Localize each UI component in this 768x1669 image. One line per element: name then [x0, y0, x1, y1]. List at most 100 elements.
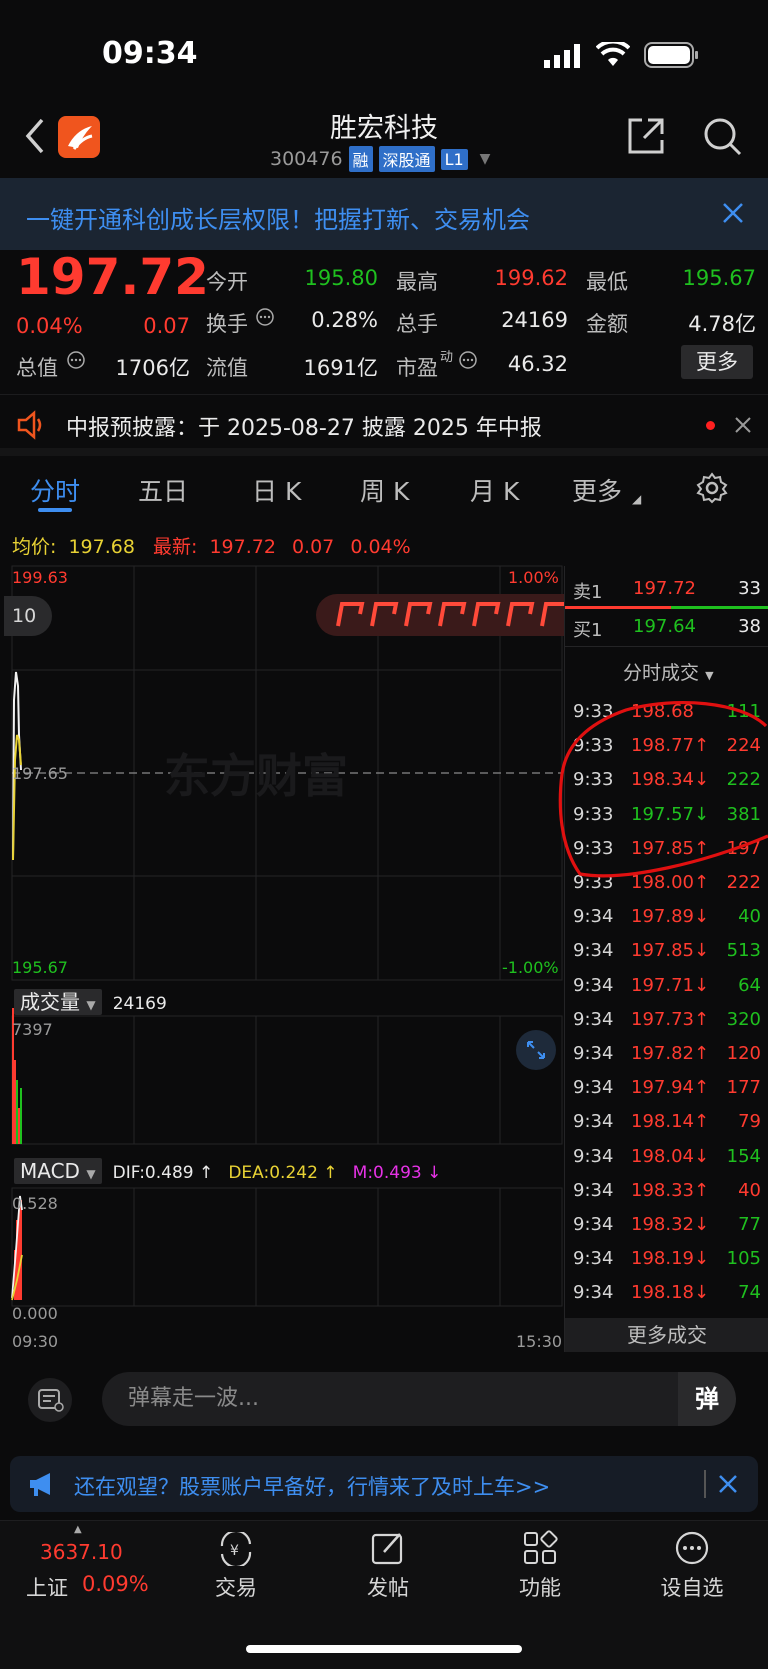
index-pct[interactable]: 0.09%	[82, 1572, 149, 1596]
change-value: 0.07	[143, 314, 190, 338]
trade-price: 197.85↓	[631, 940, 710, 962]
trade-price: 198.32↓	[631, 1214, 710, 1235]
float-value: 1691亿	[303, 356, 378, 380]
mktcap-value: 1706亿	[115, 356, 190, 380]
dif-value: DIF:0.489 ↑	[112, 1163, 214, 1183]
trade-volume: 120	[726, 1043, 761, 1064]
pct-top-label: 1.00%	[508, 568, 559, 587]
watermark: 东方财富	[164, 749, 348, 803]
more-button[interactable]: 更多	[681, 345, 753, 379]
pe-label: 市盈	[396, 356, 438, 380]
danmaku-send-button[interactable]: 弹	[678, 1372, 736, 1426]
ad-close-icon[interactable]	[718, 1474, 738, 1498]
info-icon[interactable]	[458, 350, 478, 374]
macd-top-label: 0.528	[12, 1194, 58, 1213]
dropdown-icon[interactable]: ▼	[480, 151, 491, 167]
volume-max-label: 7397	[12, 1020, 53, 1039]
pe-sup: 动	[440, 350, 454, 365]
info-icon[interactable]	[66, 350, 86, 374]
trade-volume: 154	[726, 1145, 761, 1167]
status-time: 09:34	[102, 36, 198, 71]
trade-price: 198.19↓	[631, 1248, 710, 1270]
trade-row: 9:34 198.32↓ 77	[565, 1209, 768, 1243]
notice-dot	[706, 421, 715, 430]
trade-time: 9:34	[573, 1179, 614, 1201]
pct-bottom-label: -1.00%	[502, 958, 559, 977]
info-icon[interactable]	[255, 307, 275, 331]
trade-time: 9:34	[573, 974, 614, 996]
red-flags-banner[interactable]	[316, 594, 564, 636]
settings-gear-icon[interactable]	[696, 472, 728, 508]
tab-daily-k[interactable]: 日 K	[252, 472, 301, 508]
tab-more[interactable]: 更多	[572, 472, 622, 508]
functions-icon[interactable]	[522, 1530, 558, 1570]
open-label: 今开	[206, 270, 248, 294]
watchlist-icon[interactable]	[674, 1530, 710, 1570]
danmaku-icon[interactable]	[28, 1378, 72, 1422]
stock-code: 300476	[270, 148, 343, 170]
trade-row: 9:34 197.94↑ 177	[565, 1072, 768, 1106]
index-value[interactable]: 3637.10	[40, 1540, 123, 1564]
tag-connect: 深股通	[378, 146, 435, 172]
volume-selector[interactable]: 成交量 ▼	[14, 989, 102, 1015]
latest-label: 最新:	[152, 536, 198, 558]
tab-watchlist[interactable]: 设自选	[637, 1572, 747, 1602]
post-icon[interactable]	[370, 1530, 406, 1570]
level-badge[interactable]: 10	[4, 596, 52, 636]
latest-change: 0.07	[291, 536, 335, 558]
notice-close-icon[interactable]	[734, 416, 752, 438]
ask1-row: 卖1 197.72 33	[573, 578, 761, 603]
macd-selector[interactable]: MACD ▼	[14, 1158, 102, 1184]
search-icon[interactable]	[702, 116, 742, 160]
share-icon[interactable]	[626, 116, 666, 160]
tab-weekly-k[interactable]: 周 K	[360, 472, 409, 508]
danmaku-input[interactable]: 弹幕走一波...	[102, 1372, 710, 1426]
trade-time: 9:34	[573, 1008, 614, 1030]
notice-text: 中报预披露：于 2025-08-27 披露 2025 年中报	[66, 416, 542, 441]
time-start-label: 09:30	[12, 1332, 59, 1351]
battery-icon	[644, 42, 700, 72]
index-name[interactable]: 上证	[26, 1572, 68, 1602]
trade-row: 9:34 198.14↑ 79	[565, 1106, 768, 1140]
trade-volume: 74	[738, 1282, 761, 1304]
trade-volume: 320	[726, 1008, 761, 1030]
trade-row: 9:34 198.18↓ 74	[565, 1277, 768, 1311]
high-value: 199.62	[494, 266, 568, 290]
trade-panel[interactable]: 卖1 197.72 33 买1 197.64 38 分时成交 ▼ 9:33 198…	[564, 566, 768, 1352]
tab-monthly-k[interactable]: 月 K	[470, 472, 519, 508]
trade-price: 198.33↑	[631, 1179, 710, 1201]
trade-time: 9:34	[573, 1214, 614, 1235]
m-value: M:0.493 ↓	[352, 1163, 442, 1183]
tab-post[interactable]: 发帖	[333, 1572, 443, 1602]
index-up-arrow-icon: ▲	[74, 1524, 82, 1535]
low-value: 195.67	[682, 266, 756, 290]
trade-price: 197.82↑	[631, 1043, 710, 1064]
promo-close-icon[interactable]	[722, 202, 744, 228]
trade-price: 198.04↓	[631, 1145, 710, 1167]
avg-value: 197.68	[68, 536, 135, 558]
price-bottom-label: 195.67	[12, 958, 68, 977]
expand-icon[interactable]	[516, 1030, 556, 1070]
volume-total: 24169	[112, 994, 167, 1014]
trade-volume: 79	[738, 1111, 761, 1133]
trades-title[interactable]: 分时成交 ▼	[623, 658, 714, 685]
trade-row: 9:34 197.89↓ 40	[565, 901, 768, 935]
tab-five-day[interactable]: 五日	[138, 472, 188, 508]
tab-functions[interactable]: 功能	[485, 1572, 595, 1602]
tab-more-arrow-icon: ◢	[632, 492, 642, 506]
intraday-chart[interactable]: 东方财富	[0, 560, 564, 1330]
trade-price: 198.18↓	[631, 1282, 710, 1304]
tab-trade[interactable]: 交易	[181, 1572, 291, 1602]
volume-indicator-row: 成交量 ▼ 24169	[14, 986, 167, 1015]
ask-bid-ratio-red	[565, 606, 671, 609]
float-label: 流值	[206, 356, 248, 380]
volume-value: 24169	[501, 308, 568, 332]
avg-label: 均价:	[12, 536, 57, 558]
latest-value: 197.72	[209, 536, 276, 558]
trade-icon[interactable]: ¥	[216, 1529, 256, 1570]
ask-bid-ratio-green	[671, 606, 768, 609]
trade-row: 9:34 198.33↑ 40	[565, 1175, 768, 1209]
macd-indicator-row: MACD ▼ DIF:0.489 ↑ DEA:0.242 ↑ M:0.493 ↓	[14, 1158, 442, 1184]
tab-intraday[interactable]: 分时	[30, 472, 80, 508]
more-trades-button[interactable]: 更多成交	[565, 1318, 768, 1352]
